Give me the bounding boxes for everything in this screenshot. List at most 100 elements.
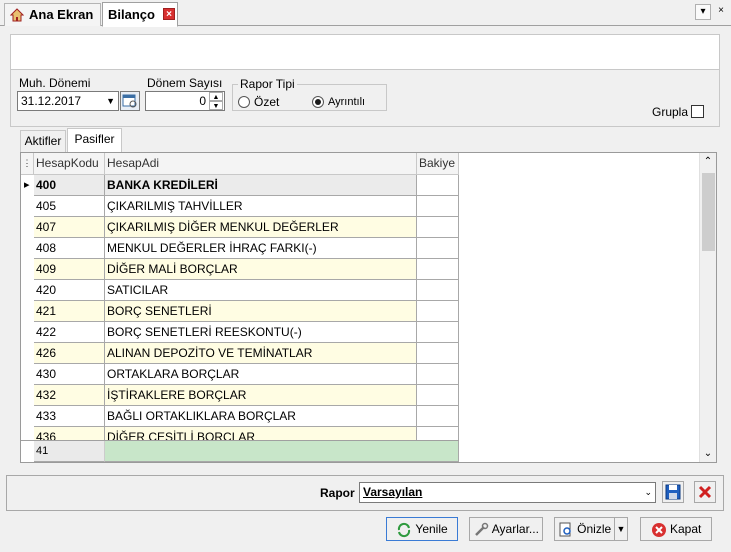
cell-bakiye[interactable] — [417, 385, 459, 406]
stepper-down-icon[interactable]: ▼ — [209, 101, 223, 110]
cell-hesapkodu[interactable]: 430 — [34, 364, 105, 385]
tab-aktifler[interactable]: Aktifler — [20, 130, 66, 152]
onizle-button[interactable]: Önizle — [554, 517, 615, 541]
cell-hesapadi[interactable]: ÇIKARILMIŞ TAHVİLLER — [105, 196, 417, 217]
row-indicator — [21, 301, 34, 322]
column-selector-icon[interactable]: ⋮ — [21, 153, 34, 175]
cell-hesapadi[interactable]: ALINAN DEPOZİTO VE TEMİNATLAR — [105, 343, 417, 364]
cell-hesapkodu[interactable]: 433 — [34, 406, 105, 427]
table-row[interactable]: 420 SATICILAR — [21, 280, 459, 301]
table-row[interactable]: 421 BORÇ SENETLERİ — [21, 301, 459, 322]
muh-donemi-value: 31.12.2017 — [21, 94, 82, 108]
donem-sayisi-stepper[interactable]: 0 ▲ ▼ — [145, 91, 225, 111]
ayrintili-radio[interactable] — [312, 96, 324, 108]
yenile-button[interactable]: Yenile — [386, 517, 458, 541]
table-row[interactable]: 433 BAĞLI ORTAKLIKLARA BORÇLAR — [21, 406, 459, 427]
column-header-bakiye[interactable]: Bakiye — [417, 153, 459, 175]
calendar-button[interactable] — [120, 91, 140, 111]
cell-hesapkodu[interactable]: 400 — [34, 175, 105, 196]
refresh-icon — [398, 522, 411, 537]
cell-hesapkodu[interactable]: 421 — [34, 301, 105, 322]
onizle-label: Önizle — [577, 522, 612, 536]
ayarlar-label: Ayarlar... — [491, 522, 539, 536]
cell-hesapadi[interactable]: ORTAKLARA BORÇLAR — [105, 364, 417, 385]
donem-sayisi-value: 0 — [199, 94, 206, 108]
muh-donemi-field[interactable]: 31.12.2017 ▼ — [17, 91, 119, 111]
table-row[interactable]: 426 ALINAN DEPOZİTO VE TEMİNATLAR — [21, 343, 459, 364]
table-row[interactable]: 430 ORTAKLARA BORÇLAR — [21, 364, 459, 385]
yenile-label: Yenile — [415, 522, 448, 536]
cell-hesapadi[interactable]: ÇIKARILMIŞ DİĞER MENKUL DEĞERLER — [105, 217, 417, 238]
tab-pasifler[interactable]: Pasifler — [67, 128, 122, 153]
ozet-label: Özet — [254, 95, 280, 109]
grupla-checkbox[interactable] — [691, 105, 704, 118]
cell-hesapkodu[interactable]: 409 — [34, 259, 105, 280]
cell-hesapadi[interactable]: BORÇ SENETLERİ REESKONTU(-) — [105, 322, 417, 343]
calendar-icon — [122, 94, 137, 108]
chevron-down-icon[interactable]: ⌄ — [644, 483, 652, 501]
cell-bakiye[interactable] — [417, 196, 459, 217]
cell-hesapkodu[interactable]: 422 — [34, 322, 105, 343]
close-tab-icon[interactable]: × — [163, 8, 175, 20]
cell-hesapadi[interactable]: İŞTİRAKLERE BORÇLAR — [105, 385, 417, 406]
cell-bakiye[interactable] — [417, 301, 459, 322]
cell-bakiye[interactable] — [417, 175, 459, 196]
vertical-scrollbar[interactable]: ⌃ ⌄ — [699, 153, 716, 462]
table-row[interactable]: 405 ÇIKARILMIŞ TAHVİLLER — [21, 196, 459, 217]
cell-hesapadi[interactable]: BORÇ SENETLERİ — [105, 301, 417, 322]
table-row[interactable]: 432 İŞTİRAKLERE BORÇLAR — [21, 385, 459, 406]
cell-bakiye[interactable] — [417, 343, 459, 364]
cell-hesapadi[interactable]: BANKA KREDİLERİ — [105, 175, 417, 196]
column-header-hesapadi[interactable]: HesapAdi — [105, 153, 417, 175]
table-row[interactable]: 407 ÇIKARILMIŞ DİĞER MENKUL DEĞERLER — [21, 217, 459, 238]
cell-hesapadi[interactable]: DİĞER MALİ BORÇLAR — [105, 259, 417, 280]
cell-hesapkodu[interactable]: 405 — [34, 196, 105, 217]
delete-button[interactable] — [694, 481, 716, 503]
cell-bakiye[interactable] — [417, 217, 459, 238]
cell-hesapkodu[interactable]: 426 — [34, 343, 105, 364]
cell-hesapkodu[interactable]: 432 — [34, 385, 105, 406]
chevron-down-icon[interactable]: ▼ — [106, 92, 115, 110]
cell-hesapkodu[interactable]: 420 — [34, 280, 105, 301]
tab-bilanco[interactable]: Bilanço × — [102, 2, 178, 27]
stepper-up-icon[interactable]: ▲ — [209, 92, 223, 101]
cell-bakiye[interactable] — [417, 364, 459, 385]
close-icon[interactable]: × — [713, 4, 729, 20]
table-row[interactable]: 409 DİĞER MALİ BORÇLAR — [21, 259, 459, 280]
grid-footer: 41 — [21, 440, 459, 462]
cell-bakiye[interactable] — [417, 259, 459, 280]
scroll-down-icon[interactable]: ⌄ — [700, 445, 716, 462]
ozet-radio[interactable] — [238, 96, 250, 108]
cell-hesapadi[interactable]: SATICILAR — [105, 280, 417, 301]
pasifler-grid[interactable]: ⋮ HesapKodu HesapAdi Bakiye ▸ 400 BANKA KR… — [20, 152, 717, 463]
cell-hesapadi[interactable]: BAĞLI ORTAKLIKLARA BORÇLAR — [105, 406, 417, 427]
table-row[interactable]: 408 MENKUL DEĞERLER İHRAÇ FARKI(-) — [21, 238, 459, 259]
save-button[interactable] — [662, 481, 684, 503]
cell-bakiye[interactable] — [417, 406, 459, 427]
onizle-dropdown[interactable]: ▼ — [614, 517, 628, 541]
home-icon — [9, 8, 25, 22]
row-indicator-icon: ▸ — [21, 175, 34, 196]
scroll-thumb[interactable] — [702, 173, 715, 251]
save-icon — [665, 484, 681, 500]
ayarlar-button[interactable]: Ayarlar... — [469, 517, 543, 541]
cell-hesapadi[interactable]: MENKUL DEĞERLER İHRAÇ FARKI(-) — [105, 238, 417, 259]
cell-hesapkodu[interactable]: 408 — [34, 238, 105, 259]
header-panel — [10, 34, 720, 70]
row-indicator — [21, 280, 34, 301]
column-header-hesapkodu[interactable]: HesapKodu — [34, 153, 105, 175]
table-row[interactable]: 422 BORÇ SENETLERİ REESKONTU(-) — [21, 322, 459, 343]
cell-hesapkodu[interactable]: 407 — [34, 217, 105, 238]
scroll-up-icon[interactable]: ⌃ — [700, 153, 716, 170]
cell-bakiye[interactable] — [417, 322, 459, 343]
table-row[interactable]: ▸ 400 BANKA KREDİLERİ — [21, 175, 459, 196]
tab-ana-ekran[interactable]: Ana Ekran — [4, 3, 101, 26]
rapor-select[interactable]: Varsayılan ⌄ — [359, 482, 656, 503]
cell-bakiye[interactable] — [417, 280, 459, 301]
rapor-value: Varsayılan — [363, 485, 423, 499]
tab-label: Pasifler — [74, 132, 115, 146]
tab-label: Aktifler — [24, 134, 62, 148]
chevron-down-icon[interactable]: ▾ — [695, 4, 711, 20]
cell-bakiye[interactable] — [417, 238, 459, 259]
kapat-button[interactable]: Kapat — [640, 517, 712, 541]
